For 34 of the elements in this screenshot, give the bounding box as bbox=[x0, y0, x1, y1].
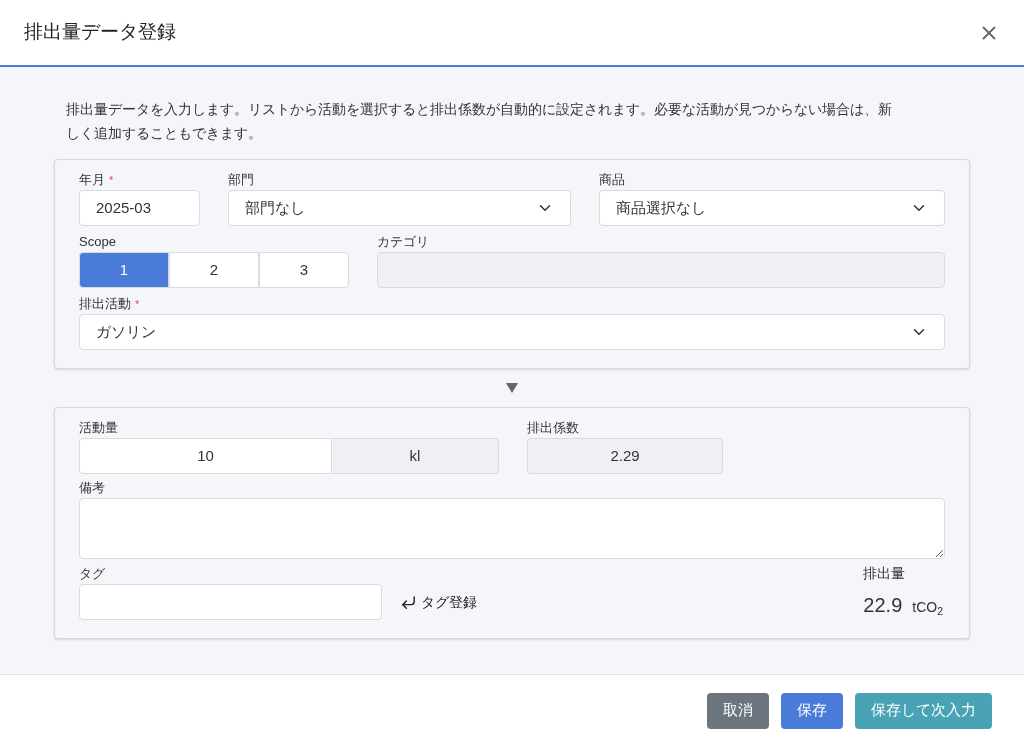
field-label: 備考 bbox=[79, 479, 105, 498]
required-mark: * bbox=[135, 296, 140, 312]
field-label: 年月 bbox=[79, 171, 105, 190]
select-field[interactable]: 部門なし bbox=[227, 190, 572, 226]
tag-input-field[interactable] bbox=[79, 584, 382, 620]
emissions-unit: tCO$_{2}$ bbox=[912, 598, 943, 618]
notes-field[interactable] bbox=[79, 498, 945, 559]
field-label: 活動量 bbox=[79, 419, 118, 438]
emissions-value: 22.9 bbox=[863, 593, 903, 618]
description-text: 排出量データを入力します。リストから活動を選択すると排出係数が自動的に設定されます。必要な活動が見つからない場合は、新しく追加することもできます。 bbox=[65, 100, 893, 143]
footer-button[interactable]: 取消 bbox=[707, 692, 769, 729]
field-label: 排出係数 bbox=[527, 419, 579, 438]
footer-button[interactable]: 保存 bbox=[781, 692, 843, 729]
select-field[interactable]: ガソリン bbox=[79, 314, 945, 350]
triangle-down-icon bbox=[506, 383, 518, 393]
required-mark: * bbox=[109, 172, 114, 188]
return-arrow-icon bbox=[400, 593, 417, 611]
field-label: タグ bbox=[79, 565, 105, 584]
select-field[interactable]: 商品選択なし bbox=[599, 190, 945, 226]
field-label: 商品 bbox=[599, 171, 626, 190]
field-label: Scope bbox=[79, 233, 116, 252]
scope-toggle[interactable]: 1 bbox=[79, 252, 169, 288]
input-field[interactable]: 10 bbox=[79, 438, 332, 474]
scope-toggle[interactable]: 3 bbox=[259, 252, 349, 288]
unit-label: kl bbox=[332, 438, 499, 474]
field-label: カテゴリ bbox=[377, 233, 429, 252]
factor-field: 2.29 bbox=[527, 438, 723, 474]
scope-toggle[interactable]: 2 bbox=[169, 252, 259, 288]
dialog-title: 排出量データ登録 bbox=[24, 20, 176, 45]
tag-register-button[interactable]: タグ登録 bbox=[400, 591, 477, 613]
field-label: 部門 bbox=[227, 171, 254, 190]
field-label: 排出活動 bbox=[79, 295, 131, 314]
input-field[interactable]: 2025-03 bbox=[79, 190, 200, 226]
emissions-label: 排出量 bbox=[863, 564, 906, 583]
